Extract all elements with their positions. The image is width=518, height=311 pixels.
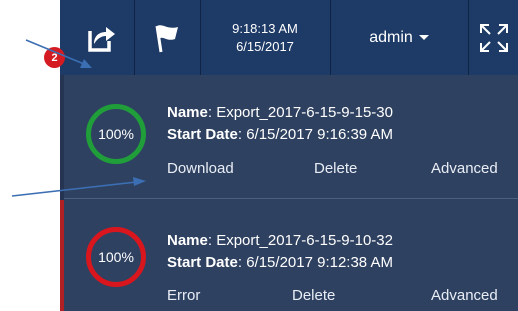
start-date-value: 6/15/2017 9:16:39 AM xyxy=(246,126,393,143)
fullscreen-button[interactable] xyxy=(470,0,518,75)
progress-ring-error: 100% xyxy=(86,227,146,287)
export-item: 100% Name: Export_2017-6-15-9-10-32 Star… xyxy=(60,200,518,311)
progress-ring-complete: 100% xyxy=(86,104,146,164)
flag-icon xyxy=(155,24,178,52)
export-name-line: Name: Export_2017-6-15-9-15-30 xyxy=(167,104,393,121)
divider xyxy=(330,0,331,75)
expand-icon xyxy=(480,23,508,52)
flag-button[interactable] xyxy=(136,0,198,75)
export-details: Name: Export_2017-6-15-9-10-32 Start Dat… xyxy=(167,230,393,274)
export-name: Export_2017-6-15-9-10-32 xyxy=(216,232,393,249)
progress-value: 100% xyxy=(98,126,134,142)
start-date-label: Start Date xyxy=(167,126,238,143)
user-name: admin xyxy=(369,28,413,46)
clock-time: 9:18:13 AM xyxy=(232,20,298,36)
start-date-value: 6/15/2017 9:12:38 AM xyxy=(246,254,393,271)
export-name: Export_2017-6-15-9-15-30 xyxy=(216,104,393,121)
divider xyxy=(134,0,135,75)
delete-link[interactable]: Delete xyxy=(292,287,335,304)
export-actions: Error Delete Advanced xyxy=(60,287,518,311)
clock-display: 9:18:13 AM 6/15/2017 xyxy=(202,0,328,75)
export-icon xyxy=(88,26,115,52)
export-item: 100% Name: Export_2017-6-15-9-15-30 Star… xyxy=(60,75,518,199)
user-menu[interactable]: admin xyxy=(332,0,466,75)
delete-link[interactable]: Delete xyxy=(314,160,357,177)
advanced-link[interactable]: Advanced xyxy=(431,287,498,304)
start-date-label: Start Date xyxy=(167,254,238,271)
exports-button[interactable] xyxy=(70,0,132,75)
clock-date: 6/15/2017 xyxy=(236,38,294,54)
export-name-line: Name: Export_2017-6-15-9-10-32 xyxy=(167,232,393,249)
export-start-line: Start Date: 6/15/2017 9:16:39 AM xyxy=(167,126,393,143)
name-label: Name xyxy=(167,232,208,249)
export-actions: Download Delete Advanced xyxy=(60,160,518,184)
divider xyxy=(200,0,201,75)
top-navigation-bar: 9:18:13 AM 6/15/2017 admin xyxy=(60,0,518,75)
divider xyxy=(468,0,469,75)
advanced-link[interactable]: Advanced xyxy=(431,160,498,177)
name-label: Name xyxy=(167,104,208,121)
export-details: Name: Export_2017-6-15-9-15-30 Start Dat… xyxy=(167,102,393,146)
error-link[interactable]: Error xyxy=(167,287,200,304)
download-link[interactable]: Download xyxy=(167,160,234,177)
export-start-line: Start Date: 6/15/2017 9:12:38 AM xyxy=(167,254,393,271)
progress-value: 100% xyxy=(98,249,134,265)
error-indicator-edge xyxy=(60,200,64,311)
exports-dropdown-panel: 100% Name: Export_2017-6-15-9-15-30 Star… xyxy=(60,75,518,311)
export-count-badge: 2 xyxy=(44,47,65,68)
caret-down-icon xyxy=(418,35,429,40)
